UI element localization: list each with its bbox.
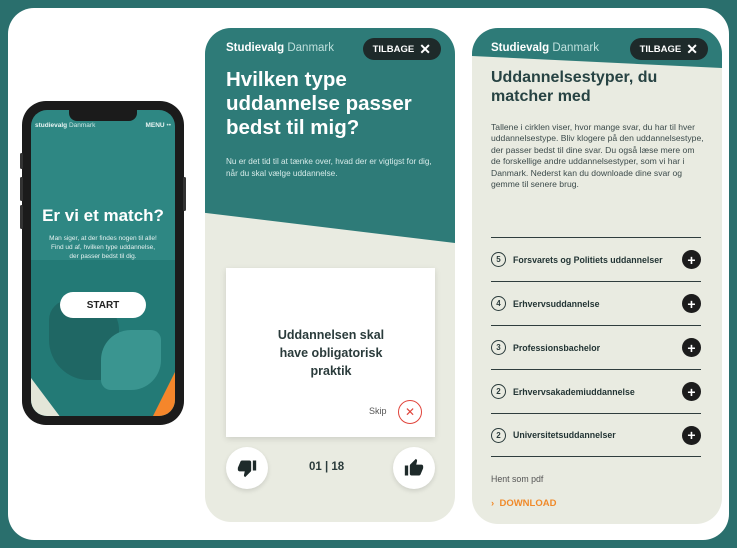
brand-prefix: Studievalg <box>226 42 285 54</box>
phone-mockup: studievalg Danmark MENU •• Er vi et matc… <box>20 101 186 425</box>
menu-label: MENU <box>145 122 165 129</box>
phone-brand[interactable]: studievalg Danmark <box>35 122 95 129</box>
back-button[interactable]: TILBAGE ✕ <box>629 38 708 60</box>
thumbs-down-button[interactable] <box>226 447 268 489</box>
skip-icon[interactable]: ✕ <box>398 400 422 424</box>
education-type-label: Erhvervsakademiuddannelse <box>513 386 635 397</box>
brand-prefix: studievalg <box>35 122 68 129</box>
brand-suffix: Danmark <box>549 42 600 54</box>
quiz-subtitle: Nu er det tid til at tænke over, hvad de… <box>226 157 432 178</box>
education-type-label: Erhvervsuddannelse <box>513 298 600 309</box>
answer-count-badge: 2 <box>491 384 506 399</box>
phone-side-button <box>20 153 23 169</box>
results-description: Tallene i cirklen viser, hvor mange svar… <box>491 122 704 190</box>
download-label: DOWNLOAD <box>499 498 557 509</box>
quiz-brand[interactable]: Studievalg Danmark <box>226 42 334 54</box>
expand-plus-icon[interactable]: + <box>682 294 701 313</box>
brand-prefix: Studievalg <box>491 42 550 54</box>
phone-side-button <box>20 177 23 201</box>
expand-plus-icon[interactable]: + <box>682 250 701 269</box>
list-item[interactable]: 2 Universitetsuddannelser + <box>491 413 701 457</box>
question-card[interactable]: Uddannelsen skal have obligatorisk prakt… <box>226 268 435 437</box>
thumbs-down-icon <box>237 460 257 478</box>
menu-dots-icon: •• <box>166 122 171 129</box>
close-icon: ✕ <box>419 41 431 57</box>
education-type-list: 5 Forsvarets og Politiets uddannelser + … <box>491 237 701 457</box>
brand-suffix: Danmark <box>284 42 335 54</box>
results-brand[interactable]: Studievalg Danmark <box>491 42 599 54</box>
list-item[interactable]: 4 Erhvervsuddannelse + <box>491 281 701 325</box>
phone-header: studievalg Danmark MENU •• <box>35 122 171 129</box>
question-counter: 01 | 18 <box>309 461 345 473</box>
phone-title: Er vi et match? <box>42 206 164 225</box>
phone-screen: studievalg Danmark MENU •• Er vi et matc… <box>31 110 175 416</box>
expand-plus-icon[interactable]: + <box>682 425 701 445</box>
results-title: Uddannelsestyper, du matcher med <box>491 69 658 105</box>
chevron-right-icon: › <box>491 498 495 509</box>
education-type-label: Professionsbachelor <box>513 342 601 353</box>
download-link[interactable]: › DOWNLOAD <box>491 498 556 509</box>
skip-label[interactable]: Skip <box>369 406 387 416</box>
puzzle-piece <box>101 330 161 390</box>
answer-count-badge: 2 <box>491 427 506 443</box>
back-label: TILBAGE <box>639 43 682 55</box>
thumbs-up-button[interactable] <box>393 447 435 489</box>
list-item[interactable]: 2 Erhvervsakademiuddannelse + <box>491 369 701 413</box>
results-panel: Studievalg Danmark TILBAGE ✕ Uddannelses… <box>472 28 722 524</box>
answer-count-badge: 4 <box>491 296 506 311</box>
education-type-label: Forsvarets og Politiets uddannelser <box>513 254 663 265</box>
phone-side-button <box>20 205 23 229</box>
phone-power-button <box>183 177 186 211</box>
education-type-label: Universitetsuddannelser <box>513 430 616 440</box>
phone-intro: Man siger, at der findes nogen til alle!… <box>49 235 157 260</box>
close-icon: ✕ <box>686 41 698 57</box>
list-item[interactable]: 5 Forsvarets og Politiets uddannelser + <box>491 237 701 281</box>
list-item[interactable]: 3 Professionsbachelor + <box>491 325 701 369</box>
back-button[interactable]: TILBAGE ✕ <box>362 38 441 60</box>
thumbs-up-icon <box>404 458 424 476</box>
expand-plus-icon[interactable]: + <box>682 382 701 401</box>
phone-notch <box>69 110 137 121</box>
quiz-panel: Studievalg Danmark TILBAGE ✕ Hvilken typ… <box>205 28 455 522</box>
start-button[interactable]: START <box>60 292 146 318</box>
expand-plus-icon[interactable]: + <box>682 338 701 357</box>
answer-count-badge: 3 <box>491 340 506 355</box>
brand-suffix: Danmark <box>67 122 96 129</box>
menu-button[interactable]: MENU •• <box>145 122 171 129</box>
pdf-label: Hent som pdf <box>491 474 544 484</box>
back-label: TILBAGE <box>372 43 415 55</box>
quiz-title: Hvilken type uddannelse passer bedst til… <box>226 68 412 139</box>
answer-count-badge: 5 <box>491 252 506 267</box>
question-text: Uddannelsen skal have obligatorisk prakt… <box>277 328 385 378</box>
